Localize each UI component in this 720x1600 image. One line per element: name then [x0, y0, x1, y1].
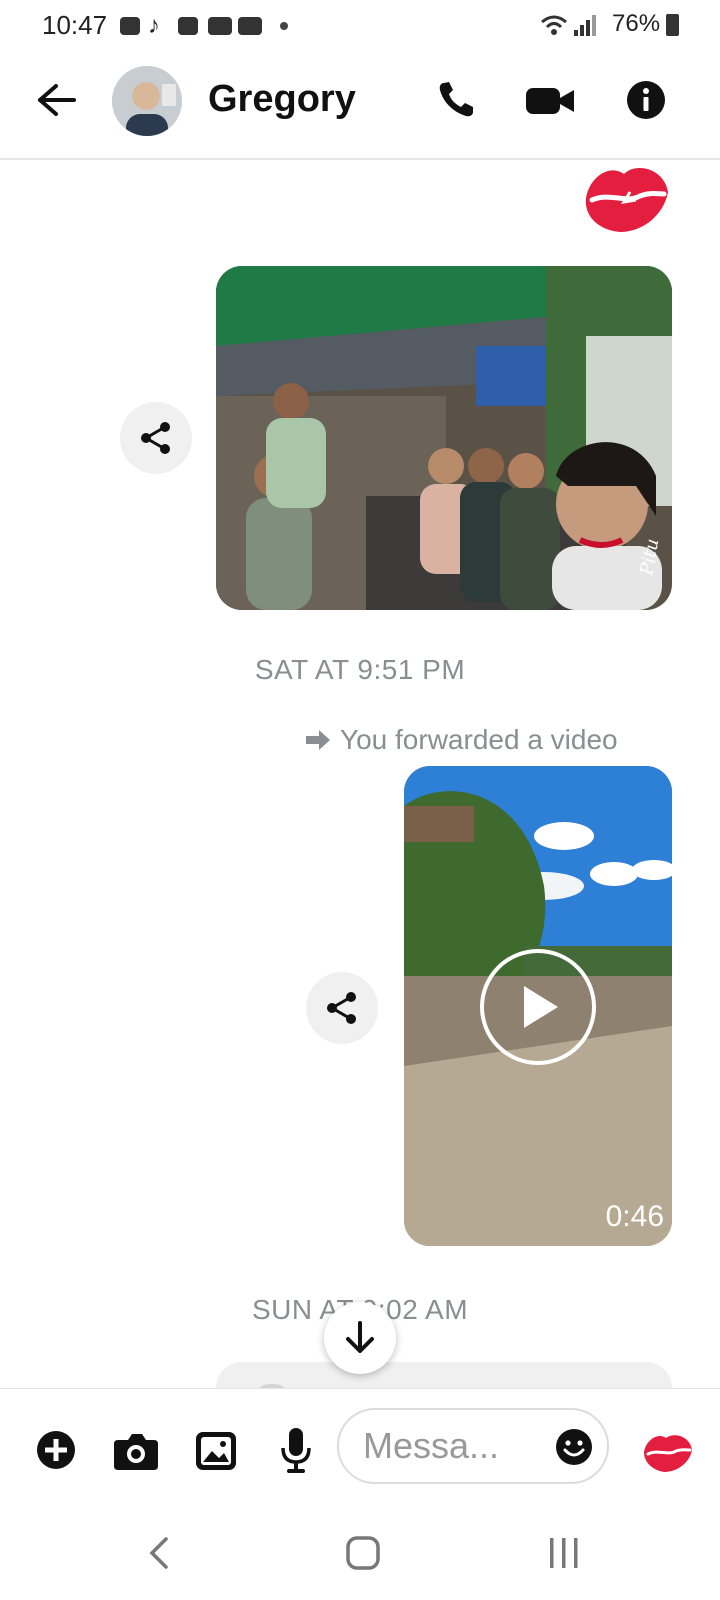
battery-icon — [666, 14, 679, 36]
back-arrow-icon[interactable] — [36, 82, 76, 118]
video-camera-icon[interactable] — [526, 86, 576, 116]
video-thumbnail: 0:46 — [404, 766, 672, 1246]
plus-icon[interactable] — [36, 1430, 76, 1470]
phone-icon[interactable] — [436, 80, 476, 120]
clock: 10:47 — [42, 10, 108, 40]
message-input-field[interactable] — [361, 1424, 555, 1468]
kiss-lips-sticker — [585, 168, 668, 232]
shopping-bag-icon — [120, 17, 140, 35]
message-input[interactable] — [337, 1408, 609, 1484]
contact-name[interactable]: Gregory — [208, 78, 356, 121]
timestamp-separator: SAT AT 9:51 PM — [254, 654, 466, 685]
youtube-icon — [238, 17, 262, 35]
info-icon[interactable] — [626, 80, 666, 120]
scroll-to-bottom-button[interactable] — [324, 1302, 396, 1374]
folder-icon — [178, 17, 198, 35]
photo-message[interactable]: Pitu — [216, 266, 672, 610]
dot-icon — [280, 22, 288, 30]
home-nav-icon[interactable] — [346, 1536, 380, 1570]
forward-arrow-icon — [306, 730, 330, 750]
share-icon — [327, 992, 356, 1024]
arrow-down-icon — [346, 1321, 374, 1353]
recents-nav-icon[interactable] — [548, 1538, 580, 1568]
forwarded-text: You forwarded a video — [340, 724, 618, 755]
avatar[interactable] — [112, 66, 182, 136]
video-duration: 0:46 — [606, 1200, 664, 1233]
share-button[interactable] — [120, 402, 192, 474]
conversation-header — [0, 52, 720, 160]
share-icon — [141, 422, 170, 454]
video-message[interactable]: 0:46 — [404, 766, 672, 1246]
status-bar: 10:47 ♪ 76% — [0, 0, 720, 52]
wifi-icon — [541, 15, 596, 36]
tiktok-icon: ♪ — [148, 12, 160, 39]
emoji-icon[interactable] — [555, 1428, 593, 1466]
kiss-lips-icon[interactable] — [642, 1430, 694, 1474]
youtube-icon — [208, 17, 232, 35]
battery-percent: 76% — [612, 10, 661, 37]
back-nav-icon[interactable] — [148, 1536, 170, 1570]
group-photo: Pitu — [216, 266, 672, 610]
forwarded-label: You forwarded a video — [306, 722, 618, 758]
system-nav-bar — [0, 1500, 720, 1600]
camera-icon[interactable] — [114, 1432, 158, 1470]
share-button[interactable] — [306, 972, 378, 1044]
microphone-icon[interactable] — [280, 1428, 312, 1474]
gallery-icon[interactable] — [196, 1432, 236, 1470]
